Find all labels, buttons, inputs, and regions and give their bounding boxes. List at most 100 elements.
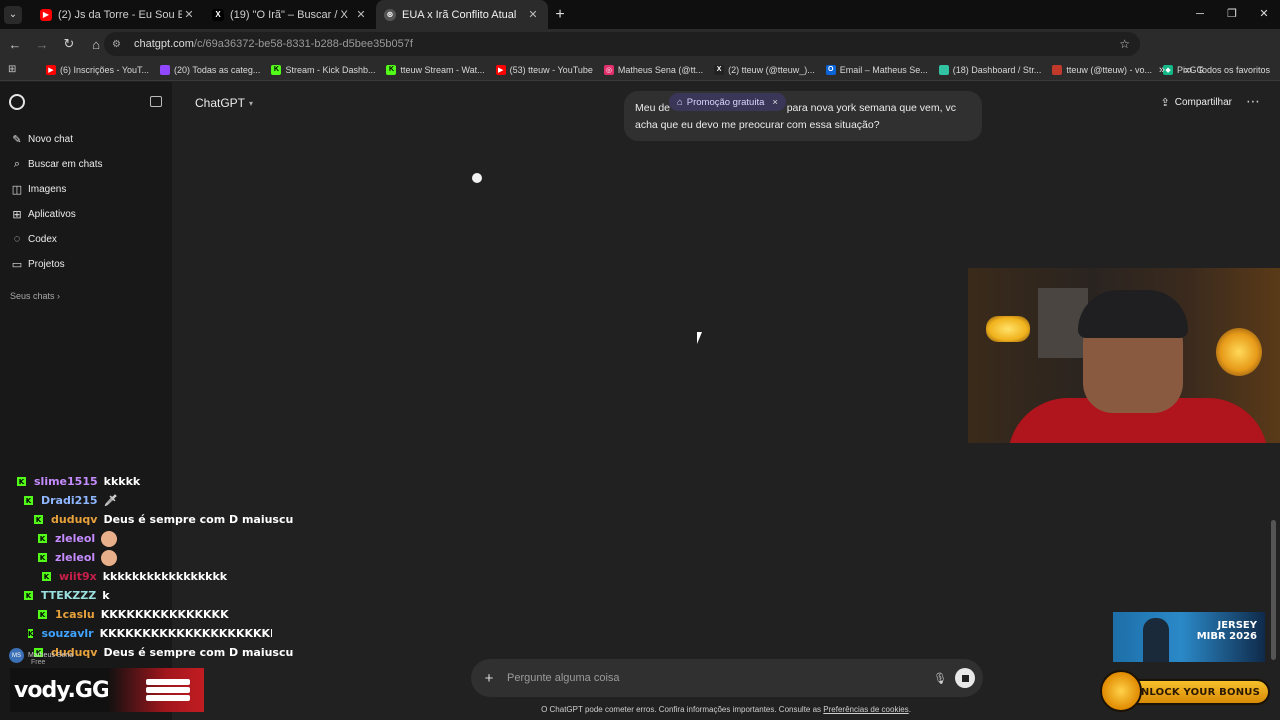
bookmark[interactable]: (20) Todas as categ... bbox=[160, 64, 261, 75]
instagram-icon: ◎ bbox=[603, 64, 614, 75]
bookmark-label: (6) Inscrições - YouT... bbox=[60, 64, 150, 75]
promo-label: Promoção gratuita bbox=[686, 96, 765, 108]
site-info-icon[interactable]: ⚙ bbox=[112, 39, 126, 50]
chat-username: slime1515 bbox=[34, 475, 98, 488]
tab-search-icon[interactable]: ⌄ bbox=[4, 5, 22, 24]
bookmark-label: (20) Todas as categ... bbox=[174, 64, 261, 75]
address-bar[interactable]: ⚙ chatgpt.com/c/69a36372-be58-8331-b288-… bbox=[104, 32, 1140, 56]
forward-icon[interactable]: → bbox=[30, 37, 54, 52]
sidebar-item-label: Aplicativos bbox=[28, 209, 76, 220]
chat-text: Deus é sempre com D maiuscu bbox=[103, 513, 294, 526]
sidebar-toggle-icon[interactable] bbox=[150, 96, 162, 107]
composer: + 🎙 bbox=[471, 659, 983, 697]
jersey-line: JERSEY bbox=[1217, 620, 1257, 631]
bookmark-label: Email – Matheus Se... bbox=[839, 64, 928, 75]
chevron-down-icon: ▾ bbox=[249, 98, 254, 108]
twitch-icon bbox=[160, 64, 171, 75]
cookie-preferences-link[interactable]: Preferências de cookies bbox=[823, 705, 908, 714]
streamer-cap bbox=[1078, 290, 1188, 338]
restore-icon[interactable]: ❐ bbox=[1216, 0, 1248, 29]
browser-tab-bar: ⌄ ▶ (2) Js da Torre - Eu Sou Eu (Pro ✕ X… bbox=[0, 0, 1280, 29]
face-emote-icon bbox=[101, 530, 118, 547]
sidebar-item-projetos[interactable]: ▭ Projetos bbox=[10, 258, 65, 271]
sidebar-item-aplicativos[interactable]: ⊞ Aplicativos bbox=[10, 208, 76, 221]
browser-toolbar: ← → ↻ ⌂ ⚙ chatgpt.com/c/69a36372-be58-83… bbox=[0, 29, 1280, 81]
sidebar-item-codex[interactable]: ◌ Codex bbox=[10, 233, 57, 245]
chat-username: TTEKZZZ bbox=[41, 589, 97, 602]
screen: ⌄ ▶ (2) Js da Torre - Eu Sou Eu (Pro ✕ X… bbox=[0, 0, 1280, 720]
bookmark[interactable]: (18) Dashboard / Str... bbox=[938, 64, 1042, 75]
add-attachment-icon[interactable]: + bbox=[471, 670, 507, 687]
kick-badge-icon: K bbox=[24, 591, 33, 600]
avatar: MS bbox=[9, 648, 24, 663]
reload-icon[interactable]: ↻ bbox=[57, 36, 81, 52]
chat-message: Kduduqv Deus é sempre com D maiuscu bbox=[34, 510, 293, 529]
sidebar-item-imagens[interactable]: ◫ Imagens bbox=[10, 183, 67, 196]
unlock-bonus-banner: UNLOCK YOUR BONUS bbox=[1100, 670, 1272, 712]
bookmark-star-icon[interactable]: ☆ bbox=[1119, 37, 1130, 51]
sidebar-item-label: Imagens bbox=[28, 184, 67, 195]
model-selector[interactable]: ChatGPT ▾ bbox=[195, 96, 253, 110]
account-badge[interactable]: MS Matheus Sena Free bbox=[9, 648, 73, 666]
microphone-icon[interactable]: 🎙 bbox=[927, 672, 953, 685]
bookmark[interactable]: O Email – Matheus Se... bbox=[825, 64, 928, 75]
kick-badge-icon: K bbox=[17, 477, 26, 486]
kick-badge-icon: K bbox=[24, 496, 33, 505]
sidebar-item-novo-chat[interactable]: ✎ Novo chat bbox=[10, 133, 73, 146]
chat-text: KKKKKKKKKKKKKKK bbox=[100, 608, 229, 621]
gift-icon: ⌂ bbox=[677, 96, 683, 108]
bookmark[interactable]: ▶ (6) Inscrições - YouT... bbox=[46, 64, 150, 75]
tab-x-search[interactable]: X (19) "O Irã" – Buscar / X ✕ bbox=[204, 0, 376, 29]
prompt-input[interactable] bbox=[507, 668, 927, 688]
close-window-icon[interactable]: ✕ bbox=[1248, 0, 1280, 29]
edit-icon: ✎ bbox=[12, 134, 22, 146]
folder-icon: ▭ bbox=[1183, 64, 1193, 76]
sidebar-section-seus-chats[interactable]: Seus chats › bbox=[10, 291, 60, 301]
outlook-icon: O bbox=[825, 64, 836, 75]
folder-icon: ▭ bbox=[11, 259, 23, 271]
youtube-icon: ▶ bbox=[46, 64, 56, 75]
bookmark[interactable]: K Stream - Kick Dashb... bbox=[271, 64, 375, 75]
scrollbar[interactable] bbox=[1271, 520, 1276, 660]
jersey-promo-card: JERSEY MIBR 2026 bbox=[1113, 612, 1265, 662]
lamp-left bbox=[986, 316, 1030, 342]
chatgpt-logo-icon[interactable] bbox=[9, 94, 25, 110]
close-icon[interactable]: ✕ bbox=[182, 8, 196, 21]
model-label: ChatGPT bbox=[195, 96, 246, 110]
promo-badge[interactable]: ⌂ Promoção gratuita × bbox=[669, 93, 786, 111]
chat-username: zleleol bbox=[55, 532, 96, 545]
stop-generating-button[interactable] bbox=[955, 668, 975, 688]
more-options-icon[interactable]: ⋯ bbox=[1246, 93, 1260, 110]
bookmark-label: tteuw (@tteuw) - vo... bbox=[1066, 64, 1153, 75]
bookmark[interactable]: ◎ Matheus Sena (@tt... bbox=[603, 64, 703, 75]
close-icon[interactable]: ✕ bbox=[354, 8, 368, 21]
webcam-overlay bbox=[968, 268, 1280, 443]
chat-username: 1caslu bbox=[55, 608, 95, 621]
minimize-icon[interactable]: ─ bbox=[1184, 0, 1216, 29]
chevron-right-icon[interactable]: » bbox=[1159, 64, 1165, 76]
kick-badge-icon: K bbox=[42, 572, 51, 581]
share-button[interactable]: ⇪ Compartilhar bbox=[1161, 96, 1232, 109]
sidebar-item-label: Buscar em chats bbox=[28, 159, 103, 170]
bookmark[interactable]: tteuw (@tteuw) - vo... bbox=[1052, 64, 1153, 75]
bookmark[interactable]: ▶ (53) tteuw - YouTube bbox=[495, 64, 593, 75]
lamp-right bbox=[1216, 328, 1262, 376]
coin-icon bbox=[1100, 670, 1142, 712]
unlock-bonus-label: UNLOCK YOUR BONUS bbox=[1132, 686, 1260, 698]
sword-emote-icon: 🗡 bbox=[103, 494, 118, 507]
close-icon[interactable]: ✕ bbox=[526, 8, 540, 21]
apps-grid-icon[interactable]: ⊞ bbox=[8, 64, 22, 75]
sidebar-item-buscar[interactable]: ⌕ Buscar em chats bbox=[10, 158, 103, 171]
bookmark[interactable]: X (2) tteuw (@tteuw_)... bbox=[714, 64, 815, 75]
streamlabs-icon bbox=[938, 64, 949, 75]
tab-youtube[interactable]: ▶ (2) Js da Torre - Eu Sou Eu (Pro ✕ bbox=[32, 0, 204, 29]
tab-chatgpt[interactable]: ⊛ EUA x Irã Conflito Atual ✕ bbox=[376, 0, 548, 29]
all-bookmarks-link[interactable]: Todos os favoritos bbox=[1197, 65, 1270, 75]
close-icon[interactable]: × bbox=[772, 97, 778, 108]
new-tab-button[interactable]: + bbox=[548, 6, 572, 24]
back-icon[interactable]: ← bbox=[3, 37, 27, 52]
chevron-right-icon: › bbox=[57, 291, 61, 301]
bookmark[interactable]: Ktteuw Stream - Wat... bbox=[386, 64, 485, 75]
bookmark-label: (18) Dashboard / Str... bbox=[952, 64, 1042, 75]
vody-bars-icon bbox=[146, 679, 190, 701]
